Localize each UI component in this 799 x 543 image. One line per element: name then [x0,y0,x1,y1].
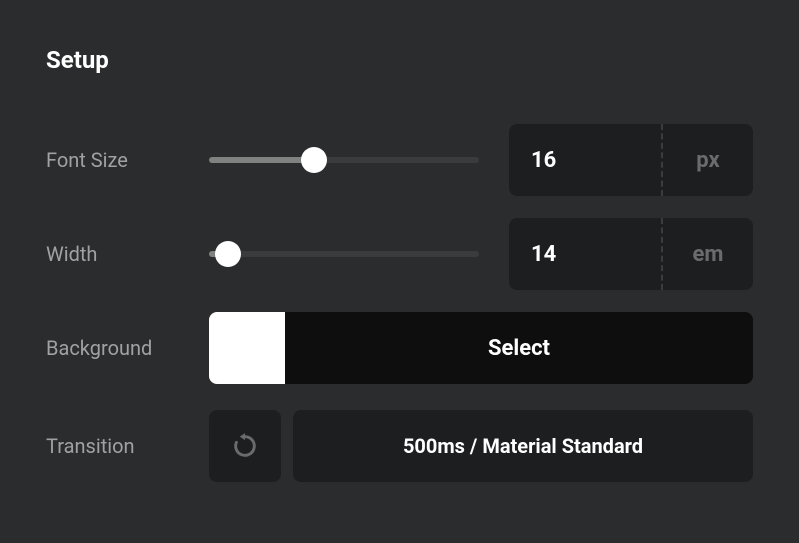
width-slider[interactable] [209,251,479,257]
width-value-box: 14 em [509,218,753,290]
row-background: Background Select [46,312,753,384]
font-size-value-box: 16 px [509,124,753,196]
background-swatch[interactable] [209,312,285,384]
font-size-value[interactable]: 16 [509,124,661,196]
width-unit: em [661,218,753,290]
background-label: Background [46,336,209,360]
font-size-label: Font Size [46,148,209,172]
font-size-slider-thumb[interactable] [301,147,327,173]
transition-reset-button[interactable] [209,410,281,482]
row-font-size: Font Size 16 px [46,124,753,196]
width-value[interactable]: 14 [509,218,661,290]
row-transition: Transition 500ms / Material Standard [46,410,753,482]
transition-select-button[interactable]: 500ms / Material Standard [293,410,753,482]
font-size-slider[interactable] [209,157,479,163]
transition-label: Transition [46,434,209,458]
width-label: Width [46,242,209,266]
width-slider-thumb[interactable] [215,241,241,267]
reset-icon [231,432,259,460]
section-title: Setup [46,46,753,74]
font-size-unit: px [661,124,753,196]
background-select-button[interactable]: Select [285,312,753,384]
row-width: Width 14 em [46,218,753,290]
font-size-slider-fill [209,157,314,163]
